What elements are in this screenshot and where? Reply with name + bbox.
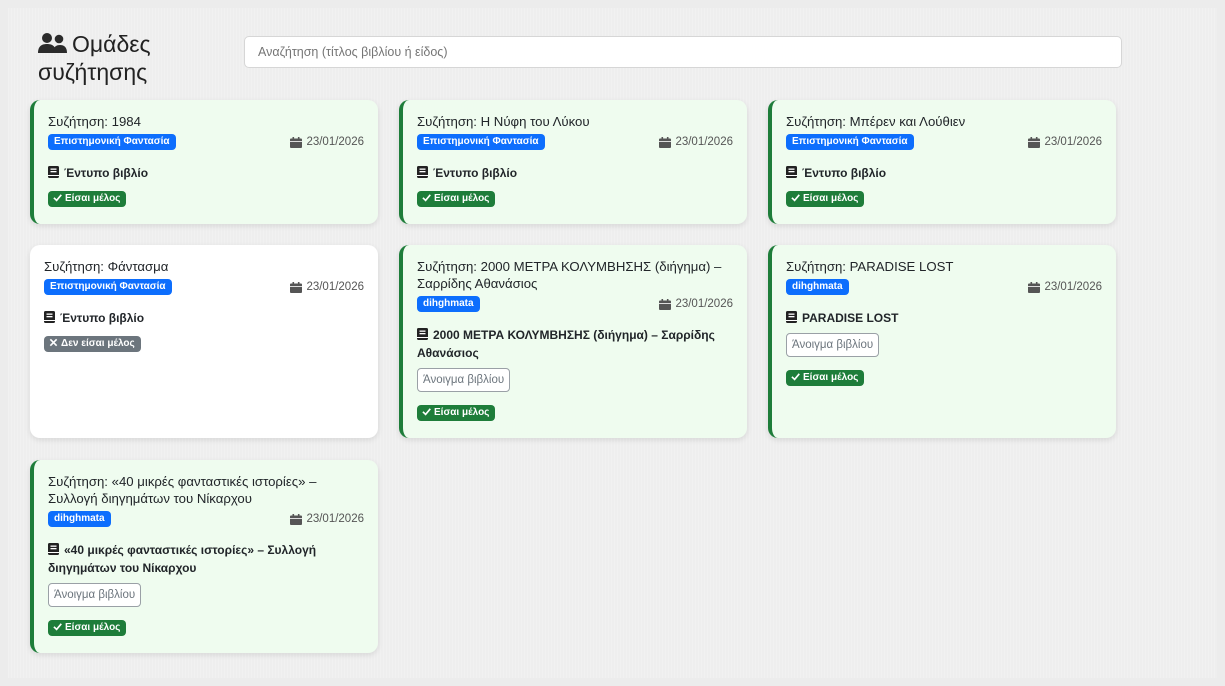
book-icon <box>786 311 797 323</box>
book-icon <box>48 166 59 178</box>
membership-badge: Είσαι μέλος <box>786 191 865 207</box>
card-date: 23/01/2026 <box>1028 281 1102 293</box>
book-row: PARADISE LOST <box>786 309 1102 327</box>
book-row: Έντυπο βιβλίο <box>417 164 733 182</box>
membership-text: Είσαι μέλος <box>803 193 859 204</box>
book-icon <box>44 311 55 323</box>
calendar-icon <box>1028 136 1041 148</box>
card-title: Συζήτηση: PARADISE LOST <box>786 259 954 274</box>
card-date-text: 23/01/2026 <box>1044 281 1102 293</box>
card-date-text: 23/01/2026 <box>306 513 364 525</box>
check-icon <box>791 373 800 381</box>
book-row: Έντυπο βιβλίο <box>48 164 364 182</box>
discussion-card[interactable]: Συζήτηση: PARADISE LOST dihghmata 23/01/… <box>768 245 1116 438</box>
membership-badge: Είσαι μέλος <box>417 405 496 421</box>
membership-text: Είσαι μέλος <box>434 407 490 418</box>
card-date: 23/01/2026 <box>1028 136 1102 148</box>
card-title: Συζήτηση: «40 μικρές φανταστικές ιστορίε… <box>48 474 317 506</box>
genre-badge: dihghmata <box>48 511 111 527</box>
discussion-card[interactable]: Συζήτηση: Η Νύφη του Λύκου Επιστημονική … <box>399 100 747 224</box>
book-title: Έντυπο βιβλίο <box>802 166 887 180</box>
card-meta: dihghmata 23/01/2026 <box>417 296 733 312</box>
card-date-text: 23/01/2026 <box>306 136 364 148</box>
check-icon <box>422 194 431 202</box>
card-date: 23/01/2026 <box>290 513 364 525</box>
discussion-card[interactable]: Συζήτηση: «40 μικρές φανταστικές ιστορίε… <box>30 460 378 653</box>
genre-badge: dihghmata <box>786 279 849 295</box>
membership-badge: Είσαι μέλος <box>48 620 127 636</box>
open-book-button[interactable]: Άνοιγμα βιβλίου <box>48 583 142 607</box>
membership-badge: Δεν είσαι μέλος <box>44 336 141 352</box>
card-title: Συζήτηση: Μπέρεν και Λούθιεν <box>786 114 966 129</box>
calendar-icon <box>659 136 672 148</box>
card-meta: Επιστημονική Φαντασία 23/01/2026 <box>417 134 733 150</box>
open-book-button[interactable]: Άνοιγμα βιβλίου <box>417 368 511 392</box>
discussion-card[interactable]: Συζήτηση: 1984 Επιστημονική Φαντασία 23/… <box>30 100 378 224</box>
discussion-card[interactable]: Συζήτηση: 2000 ΜΕΤΡΑ ΚΟΛΥΜΒΗΣΗΣ (διήγημα… <box>399 245 747 438</box>
membership-text: Είσαι μέλος <box>803 372 859 383</box>
calendar-icon <box>290 513 303 525</box>
book-title: 2000 ΜΕΤΡΑ ΚΟΛΥΜΒΗΣΗΣ (διήγημα) – Σαρρίδ… <box>417 328 715 360</box>
card-date-text: 23/01/2026 <box>306 281 364 293</box>
card-title: Συζήτηση: 1984 <box>48 114 141 129</box>
book-row: «40 μικρές φανταστικές ιστορίες» – Συλλο… <box>48 541 364 577</box>
users-icon <box>38 32 68 54</box>
check-icon <box>422 408 431 416</box>
membership-badge: Είσαι μέλος <box>417 191 496 207</box>
open-book-button[interactable]: Άνοιγμα βιβλίου <box>786 333 880 357</box>
book-icon <box>786 166 797 178</box>
card-meta: Επιστημονική Φαντασία 23/01/2026 <box>44 279 364 295</box>
calendar-icon <box>290 136 303 148</box>
calendar-icon <box>659 298 672 310</box>
book-title: Έντυπο βιβλίο <box>64 166 149 180</box>
card-date: 23/01/2026 <box>659 136 733 148</box>
card-date: 23/01/2026 <box>290 136 364 148</box>
genre-badge: Επιστημονική Φαντασία <box>417 134 545 150</box>
page-title: Ομάδες συζήτησης <box>38 30 228 86</box>
membership-text: Είσαι μέλος <box>65 622 121 633</box>
book-row: Έντυπο βιβλίο <box>44 309 364 327</box>
calendar-icon <box>1028 281 1041 293</box>
book-title: Έντυπο βιβλίο <box>433 166 518 180</box>
card-date-text: 23/01/2026 <box>1044 136 1102 148</box>
book-icon <box>48 543 59 555</box>
membership-badge: Είσαι μέλος <box>786 370 865 386</box>
card-date: 23/01/2026 <box>659 298 733 310</box>
card-title: Συζήτηση: Η Νύφη του Λύκου <box>417 114 590 129</box>
book-title: «40 μικρές φανταστικές ιστορίες» – Συλλο… <box>48 543 317 575</box>
membership-text: Είσαι μέλος <box>434 193 490 204</box>
search-input[interactable] <box>244 36 1122 68</box>
card-meta: Επιστημονική Φαντασία 23/01/2026 <box>786 134 1102 150</box>
book-row: Έντυπο βιβλίο <box>786 164 1102 182</box>
book-icon <box>417 328 428 340</box>
membership-badge: Είσαι μέλος <box>48 191 127 207</box>
page-background: Ομάδες συζήτησης Συζήτηση: 1984 Επιστημο… <box>8 8 1217 678</box>
book-icon <box>417 166 428 178</box>
card-meta: dihghmata 23/01/2026 <box>48 511 364 527</box>
check-icon <box>791 194 800 202</box>
check-icon <box>53 194 62 202</box>
page-header: Ομάδες συζήτησης <box>38 28 1128 88</box>
card-date: 23/01/2026 <box>290 281 364 293</box>
card-title: Συζήτηση: Φάντασμα <box>44 259 169 274</box>
genre-badge: dihghmata <box>417 296 480 312</box>
book-row: 2000 ΜΕΤΡΑ ΚΟΛΥΜΒΗΣΗΣ (διήγημα) – Σαρρίδ… <box>417 326 733 362</box>
card-meta: dihghmata 23/01/2026 <box>786 279 1102 295</box>
calendar-icon <box>290 281 303 293</box>
discussion-card[interactable]: Συζήτηση: Μπέρεν και Λούθιεν Επιστημονικ… <box>768 100 1116 224</box>
card-date-text: 23/01/2026 <box>675 298 733 310</box>
genre-badge: Επιστημονική Φαντασία <box>44 279 172 295</box>
membership-text: Είσαι μέλος <box>65 193 121 204</box>
genre-badge: Επιστημονική Φαντασία <box>786 134 914 150</box>
card-date-text: 23/01/2026 <box>675 136 733 148</box>
card-meta: Επιστημονική Φαντασία 23/01/2026 <box>48 134 364 150</box>
book-title: PARADISE LOST <box>802 311 899 325</box>
close-icon <box>49 338 58 347</box>
card-title: Συζήτηση: 2000 ΜΕΤΡΑ ΚΟΛΥΜΒΗΣΗΣ (διήγημα… <box>417 259 722 291</box>
membership-text: Δεν είσαι μέλος <box>61 338 135 349</box>
book-title: Έντυπο βιβλίο <box>60 311 145 325</box>
check-icon <box>53 623 62 631</box>
discussion-card[interactable]: Συζήτηση: Φάντασμα Επιστημονική Φαντασία… <box>30 245 378 438</box>
genre-badge: Επιστημονική Φαντασία <box>48 134 176 150</box>
